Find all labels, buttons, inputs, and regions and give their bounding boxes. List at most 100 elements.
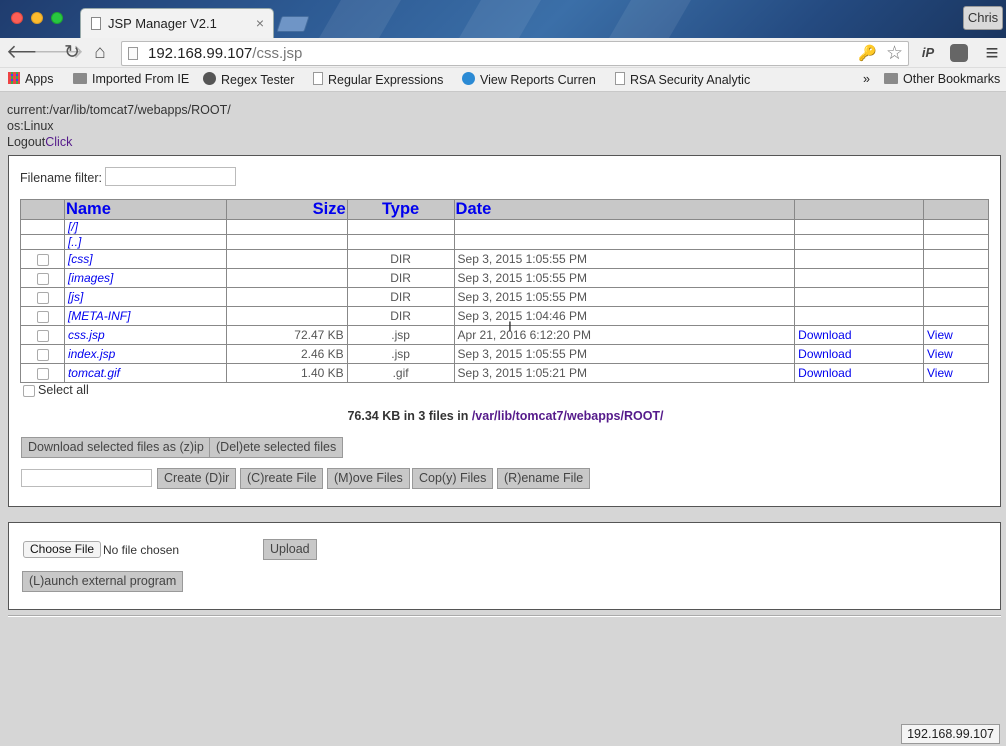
file-name-cell: [js] <box>63 287 227 307</box>
page-divider <box>8 615 1001 617</box>
download-link[interactable]: Download <box>798 366 851 380</box>
logout-link[interactable]: Click <box>45 135 72 149</box>
server-info: current:/var/lib/tomcat7/webapps/ROOT/ o… <box>7 102 231 150</box>
profile-button[interactable]: Chris <box>963 6 1003 30</box>
view-cell <box>923 268 989 288</box>
file-name-cell: index.jsp <box>63 344 227 364</box>
column-header-name[interactable]: Name <box>63 199 227 220</box>
no-file-chosen-label: No file chosen <box>103 543 180 557</box>
create-file-button[interactable]: (C)reate File <box>240 468 324 489</box>
file-name-link[interactable]: [/] <box>68 220 78 234</box>
home-icon[interactable]: ⌂ <box>89 42 111 64</box>
row-checkbox[interactable] <box>37 253 49 266</box>
column-header-date[interactable]: Date <box>453 199 796 220</box>
file-name-link[interactable]: index.jsp <box>68 347 115 361</box>
text-cursor-icon: I <box>508 318 512 334</box>
file-size-cell: 72.47 KB <box>225 325 348 345</box>
download-cell: Download <box>794 363 925 383</box>
url-text: 192.168.99.107/css.jsp <box>148 45 302 62</box>
bookmark-regular-expressions[interactable]: Regular Expressions <box>313 72 443 87</box>
row-checkbox[interactable] <box>37 329 49 342</box>
key-icon[interactable]: 🔑 <box>858 44 877 62</box>
rename-file-button[interactable]: (R)ename File <box>497 468 591 489</box>
download-zip-button[interactable]: Download selected files as (z)ip <box>21 437 211 458</box>
file-name-link[interactable]: [js] <box>68 290 83 304</box>
table-row: [META-INF] DIR Sep 3, 2015 1:04:46 PM <box>20 306 989 326</box>
file-date-cell: Apr 21, 2016 6:12:20 PM <box>453 325 796 345</box>
file-name-cell: [..] <box>63 234 227 250</box>
bookmark-apps[interactable]: Apps <box>8 72 54 86</box>
ip-extension-icon[interactable]: iP <box>918 43 938 63</box>
row-checkbox-cell <box>20 287 65 307</box>
file-type-cell <box>346 234 455 250</box>
new-name-input[interactable] <box>21 469 152 487</box>
view-link[interactable]: View <box>927 366 953 380</box>
bookmark-regex-tester[interactable]: Regex Tester <box>203 72 294 87</box>
reload-icon[interactable]: ↻ <box>61 42 83 64</box>
table-row: tomcat.gif 1.40 KB .gif Sep 3, 2015 1:05:21… <box>20 363 989 383</box>
delete-files-button[interactable]: (Del)ete selected files <box>209 437 344 458</box>
tab-close-icon[interactable]: × <box>256 15 264 31</box>
column-header-size[interactable]: Size <box>225 199 348 220</box>
copy-files-button[interactable]: Cop(y) Files <box>412 468 494 489</box>
view-link[interactable]: View <box>927 347 953 361</box>
launch-program-button[interactable]: (L)aunch external program <box>22 571 184 592</box>
file-name-link[interactable]: [css] <box>68 252 93 266</box>
more-bookmarks-chevron-icon[interactable]: » <box>863 72 870 86</box>
file-type-cell: .jsp <box>346 344 455 364</box>
logout-label: Logout <box>7 135 46 149</box>
file-name-link[interactable]: css.jsp <box>68 328 105 342</box>
extension-icon[interactable] <box>950 44 968 62</box>
row-checkbox[interactable] <box>37 348 49 361</box>
file-name-cell: css.jsp <box>63 325 227 345</box>
new-tab-button[interactable] <box>276 16 310 32</box>
upload-button[interactable]: Upload <box>263 539 317 560</box>
window-minimize-icon[interactable] <box>31 12 43 24</box>
back-arrow-icon[interactable]: 🡐 <box>6 42 57 64</box>
forward-arrow-icon[interactable]: 🡒 <box>33 42 84 64</box>
file-type-cell: DIR <box>346 287 455 307</box>
directory-summary: 76.34 KB in 3 files in /var/lib/tomcat7/… <box>9 409 1002 423</box>
download-link[interactable]: Download <box>798 328 851 342</box>
download-cell <box>794 287 925 307</box>
decorative-stripe <box>319 0 401 38</box>
select-all-checkbox[interactable] <box>23 384 35 397</box>
file-name-link[interactable]: [..] <box>68 235 81 249</box>
row-checkbox[interactable] <box>37 367 49 380</box>
bookmark-star-icon[interactable]: ☆ <box>886 42 903 65</box>
address-bar[interactable]: 192.168.99.107/css.jsp 🔑 ☆ <box>121 41 909 66</box>
summary-path-link[interactable]: /var/lib/tomcat7/webapps/ROOT/ <box>472 409 664 423</box>
create-dir-button[interactable]: Create (D)ir <box>157 468 237 489</box>
filename-filter-input[interactable] <box>105 167 236 186</box>
browser-tab-active[interactable]: JSP Manager V2.1 × <box>80 8 274 38</box>
download-cell <box>794 268 925 288</box>
select-all[interactable]: Select all <box>23 383 89 397</box>
row-checkbox[interactable] <box>37 291 49 304</box>
move-files-button[interactable]: (M)ove Files <box>327 468 410 489</box>
choose-file-button[interactable]: Choose File <box>23 541 102 558</box>
file-name-link[interactable]: [images] <box>68 271 113 285</box>
window-zoom-icon[interactable] <box>51 12 63 24</box>
file-name-link[interactable]: tomcat.gif <box>68 366 120 380</box>
bookmark-label: Regular Expressions <box>328 73 444 87</box>
window-close-icon[interactable] <box>11 12 23 24</box>
bookmark-rsa-security[interactable]: RSA Security Analytic <box>615 72 750 87</box>
view-cell <box>923 219 989 235</box>
file-name-link[interactable]: [META-INF] <box>68 309 130 323</box>
view-link[interactable]: View <box>927 328 953 342</box>
file-date-cell: Sep 3, 2015 1:05:55 PM <box>453 268 796 288</box>
reports-icon <box>462 72 475 85</box>
bookmark-imported-from-ie[interactable]: Imported From IE <box>73 72 189 86</box>
row-checkbox[interactable] <box>37 310 49 323</box>
download-cell <box>794 219 925 235</box>
row-checkbox[interactable] <box>37 272 49 285</box>
download-link[interactable]: Download <box>798 347 851 361</box>
view-cell <box>923 249 989 269</box>
bookmark-label: Apps <box>25 72 54 86</box>
column-header-type[interactable]: Type <box>346 199 455 220</box>
bookmark-other-bookmarks[interactable]: Other Bookmarks <box>884 72 1000 86</box>
folder-icon <box>73 73 87 84</box>
menu-icon[interactable]: ≡ <box>982 42 1002 64</box>
bookmark-view-reports[interactable]: View Reports Curren <box>462 72 596 87</box>
file-type-cell: DIR <box>346 268 455 288</box>
